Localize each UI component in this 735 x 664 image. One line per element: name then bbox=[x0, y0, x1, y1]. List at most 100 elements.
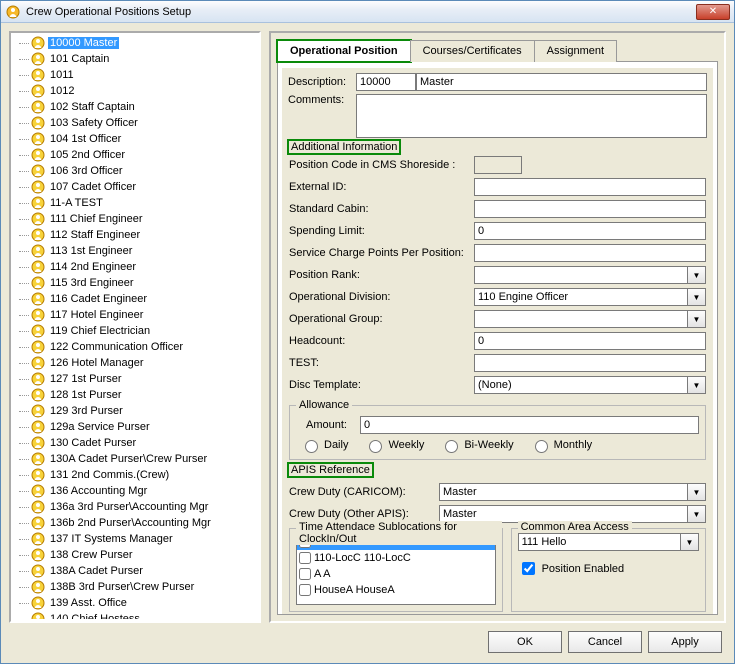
person-icon bbox=[31, 340, 45, 354]
chevron-down-icon[interactable]: ▼ bbox=[688, 376, 706, 394]
tree-item[interactable]: 107 Cadet Officer bbox=[13, 179, 257, 195]
tree-item-label: 107 Cadet Officer bbox=[48, 181, 138, 193]
tree-item[interactable]: 112 Staff Engineer bbox=[13, 227, 257, 243]
tree-item[interactable]: 129a Service Purser bbox=[13, 419, 257, 435]
apply-button[interactable]: Apply bbox=[648, 631, 722, 653]
chevron-down-icon[interactable]: ▼ bbox=[688, 266, 706, 284]
tree-item[interactable]: 102 Staff Captain bbox=[13, 99, 257, 115]
tree-item[interactable]: 126 Hotel Manager bbox=[13, 355, 257, 371]
chevron-down-icon[interactable]: ▼ bbox=[688, 310, 706, 328]
tree-panel: 10000 Master 101 Captain 10111012102 Staff… bbox=[9, 31, 261, 623]
tree-item[interactable]: 137 IT Systems Manager bbox=[13, 531, 257, 547]
chevron-down-icon[interactable]: ▼ bbox=[688, 505, 706, 523]
tree-item-label: 122 Communication Officer bbox=[48, 341, 185, 353]
tree-item-label: 139 Asst. Office bbox=[48, 597, 129, 609]
tree-item[interactable]: 101 Captain bbox=[13, 51, 257, 67]
tree-item[interactable]: 119 Chief Electrician bbox=[13, 323, 257, 339]
tree-item[interactable]: 113 1st Engineer bbox=[13, 243, 257, 259]
tree-item[interactable]: 117 Hotel Engineer bbox=[13, 307, 257, 323]
person-icon bbox=[31, 388, 45, 402]
tree-item[interactable]: 140 Chief Hostess bbox=[13, 611, 257, 619]
position-tree[interactable]: 10000 Master 101 Captain 10111012102 Staff… bbox=[13, 35, 257, 619]
tree-item[interactable]: 115 3rd Engineer bbox=[13, 275, 257, 291]
tree-item-label: 136a 3rd Purser\Accounting Mgr bbox=[48, 501, 210, 513]
disc-combo[interactable]: ▼ bbox=[474, 376, 706, 394]
description-text-input[interactable] bbox=[416, 73, 707, 91]
tree-item[interactable]: 103 Safety Officer bbox=[13, 115, 257, 131]
tree-item[interactable]: 136b 2nd Purser\Accounting Mgr bbox=[13, 515, 257, 531]
person-icon bbox=[31, 292, 45, 306]
tree-item[interactable]: 136 Accounting Mgr bbox=[13, 483, 257, 499]
cabin-input[interactable] bbox=[474, 200, 706, 218]
tree-item[interactable]: 122 Communication Officer bbox=[13, 339, 257, 355]
tree-item[interactable]: 131 2nd Commis.(Crew) bbox=[13, 467, 257, 483]
tree-item[interactable]: 105 2nd Officer bbox=[13, 147, 257, 163]
external-input[interactable] bbox=[474, 178, 706, 196]
tree-item[interactable]: 129 3rd Purser bbox=[13, 403, 257, 419]
caricom-label: Crew Duty (CARICOM): bbox=[289, 486, 439, 498]
tree-item[interactable]: 130A Cadet Purser\Crew Purser bbox=[13, 451, 257, 467]
division-combo[interactable]: ▼ bbox=[474, 288, 706, 306]
time-attendance-legend: Time Attendace Sublocations for ClockIn/… bbox=[296, 521, 502, 545]
service-input[interactable] bbox=[474, 244, 706, 262]
spending-input[interactable] bbox=[474, 222, 706, 240]
allowance-radio[interactable]: Monthly bbox=[530, 437, 593, 453]
amount-input[interactable] bbox=[360, 416, 699, 434]
tree-item-label: 101 Captain bbox=[48, 53, 111, 65]
list-item[interactable]: A A bbox=[297, 566, 495, 582]
tree-item[interactable]: 138B 3rd Purser\Crew Purser bbox=[13, 579, 257, 595]
comments-label: Comments: bbox=[288, 94, 356, 106]
close-button[interactable]: ✕ bbox=[696, 4, 730, 20]
tree-item[interactable]: 1012 bbox=[13, 83, 257, 99]
tree-item[interactable]: 130 Cadet Purser bbox=[13, 435, 257, 451]
tree-item[interactable]: 1011 bbox=[13, 67, 257, 83]
chevron-down-icon[interactable]: ▼ bbox=[681, 533, 699, 551]
list-item[interactable]: 110-LocC 110-LocC bbox=[297, 550, 495, 566]
tab[interactable]: Assignment bbox=[534, 40, 617, 62]
test-input[interactable] bbox=[474, 354, 706, 372]
tab[interactable]: Operational Position bbox=[277, 40, 411, 62]
allowance-radio[interactable]: Daily bbox=[300, 437, 348, 453]
ok-button[interactable]: OK bbox=[488, 631, 562, 653]
person-icon bbox=[31, 548, 45, 562]
person-icon bbox=[31, 532, 45, 546]
list-item[interactable]: HouseA HouseA bbox=[297, 582, 495, 598]
person-icon bbox=[31, 564, 45, 578]
tree-item[interactable]: 116 Cadet Engineer bbox=[13, 291, 257, 307]
tree-item[interactable]: 104 1st Officer bbox=[13, 131, 257, 147]
description-code-input[interactable] bbox=[356, 73, 416, 91]
spending-label: Spending Limit: bbox=[289, 225, 474, 237]
cancel-button[interactable]: Cancel bbox=[568, 631, 642, 653]
additional-info-title: Additional Information bbox=[289, 141, 399, 153]
allowance-radio[interactable]: Bi-Weekly bbox=[440, 437, 513, 453]
tree-item[interactable]: 11-A TEST bbox=[13, 195, 257, 211]
tree-item[interactable]: 138 Crew Purser bbox=[13, 547, 257, 563]
person-icon bbox=[31, 500, 45, 514]
person-icon bbox=[31, 372, 45, 386]
person-icon bbox=[31, 68, 45, 82]
person-icon bbox=[31, 164, 45, 178]
tree-item[interactable]: 136a 3rd Purser\Accounting Mgr bbox=[13, 499, 257, 515]
person-icon bbox=[31, 244, 45, 258]
headcount-input[interactable] bbox=[474, 332, 706, 350]
tree-item[interactable]: 128 1st Purser bbox=[13, 387, 257, 403]
tree-item[interactable]: 106 3rd Officer bbox=[13, 163, 257, 179]
tree-item[interactable]: 138A Cadet Purser bbox=[13, 563, 257, 579]
comments-input[interactable] bbox=[356, 94, 707, 138]
person-icon bbox=[31, 596, 45, 610]
allowance-radio[interactable]: Weekly bbox=[364, 437, 424, 453]
tree-item[interactable]: 139 Asst. Office bbox=[13, 595, 257, 611]
chevron-down-icon[interactable]: ▼ bbox=[688, 288, 706, 306]
tab[interactable]: Courses/Certificates bbox=[410, 40, 535, 62]
client-area: 10000 Master 101 Captain 10111012102 Staff… bbox=[1, 23, 734, 663]
chevron-down-icon[interactable]: ▼ bbox=[688, 483, 706, 501]
tree-item[interactable]: 114 2nd Engineer bbox=[13, 259, 257, 275]
common-area-combo[interactable]: ▼ bbox=[518, 533, 699, 551]
position-enabled-check[interactable]: Position Enabled bbox=[518, 559, 699, 578]
rank-combo[interactable]: ▼ bbox=[474, 266, 706, 284]
tree-item[interactable]: 111 Chief Engineer bbox=[13, 211, 257, 227]
caricom-combo[interactable]: ▼ bbox=[439, 483, 706, 501]
tree-item[interactable]: 127 1st Purser bbox=[13, 371, 257, 387]
tree-item[interactable]: 10000 Master bbox=[13, 35, 257, 51]
group-combo[interactable]: ▼ bbox=[474, 310, 706, 328]
